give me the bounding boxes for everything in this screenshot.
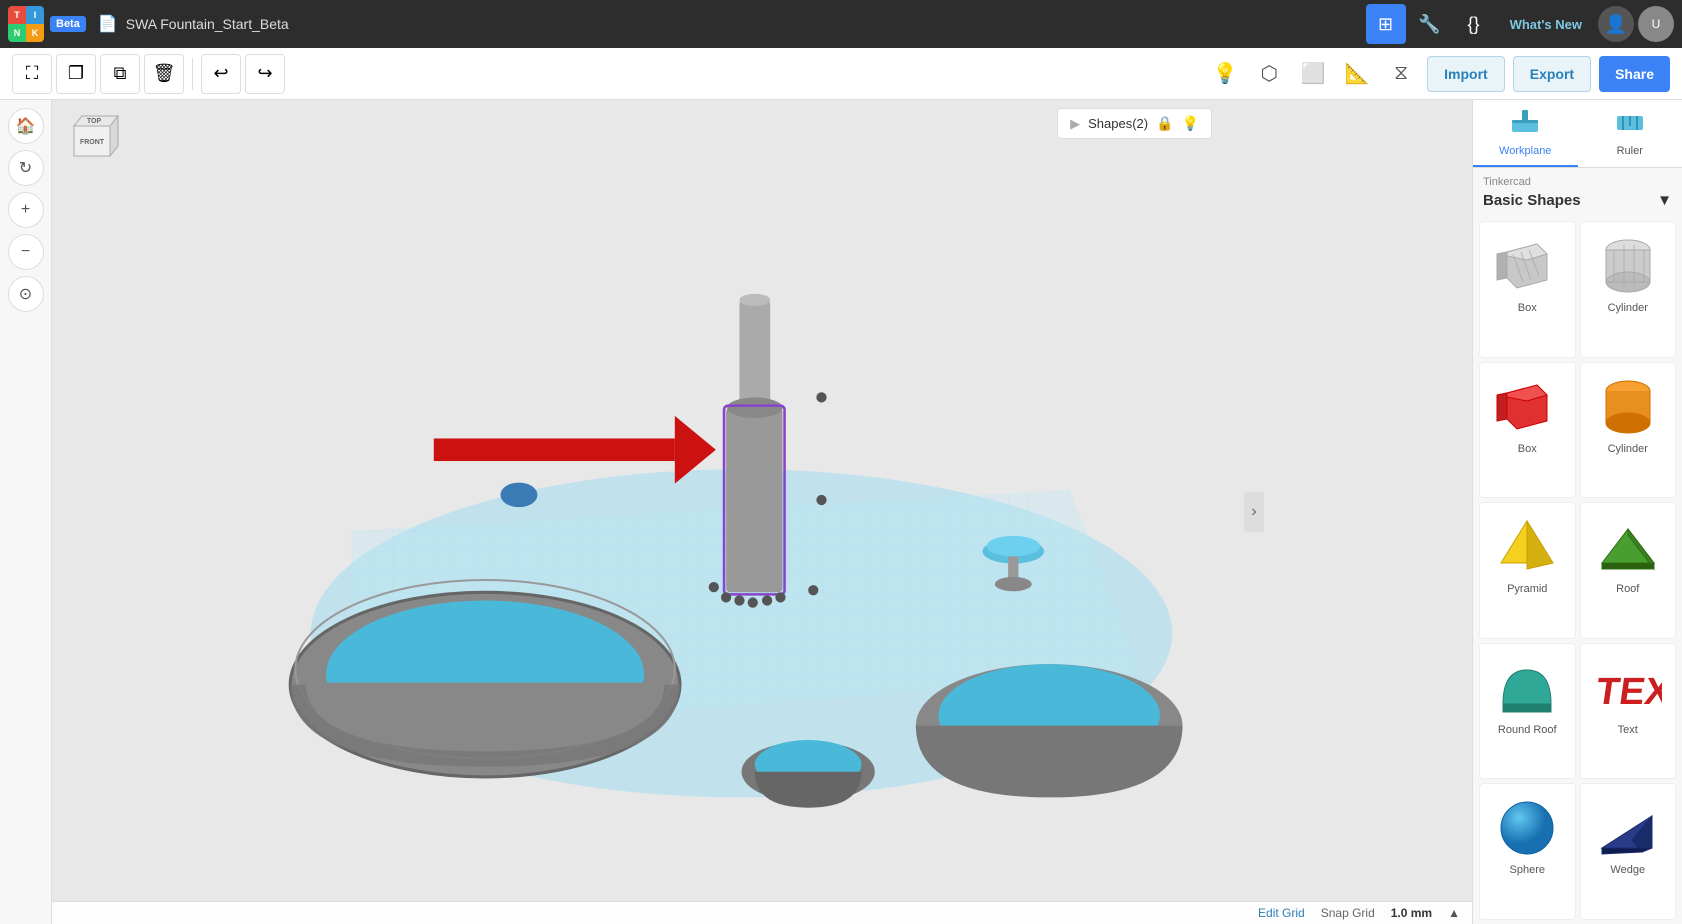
logo-area: T I N K Beta bbox=[8, 6, 86, 42]
tools-btn[interactable]: 🔧 bbox=[1410, 4, 1450, 44]
shape-text[interactable]: TEXT Text bbox=[1580, 643, 1677, 780]
code-btn[interactable]: {} bbox=[1454, 4, 1494, 44]
whats-new-button[interactable]: What's New bbox=[1498, 6, 1594, 42]
copy-tool[interactable]: ⧉ bbox=[100, 54, 140, 94]
shape-cylinder-gray[interactable]: Cylinder bbox=[1580, 221, 1677, 358]
shape-roof[interactable]: Roof bbox=[1580, 502, 1677, 639]
box-gray-label: Box bbox=[1518, 302, 1537, 314]
wedge-icon bbox=[1592, 790, 1664, 862]
fit-btn[interactable]: ⊙ bbox=[8, 276, 44, 312]
shape-box-gray[interactable]: Box bbox=[1479, 221, 1576, 358]
left-panel: 🏠 ↻ + − ⊙ bbox=[0, 100, 52, 924]
export-button[interactable]: Export bbox=[1513, 56, 1591, 92]
workplane-icon bbox=[1510, 108, 1540, 142]
roof-icon bbox=[1592, 509, 1664, 581]
toolbar: ⛶ ❐ ⧉ 🗑 ↩ ↪ 💡 ⬡ ⬜ 📐 ⧖ Import Export Shar… bbox=[0, 48, 1682, 100]
panel-tools: Workplane Ruler bbox=[1473, 100, 1682, 168]
user-button[interactable]: 👤 bbox=[1598, 6, 1634, 42]
main-layout: 🏠 ↻ + − ⊙ TOP FRONT ▶ Shapes(2) 🔒 💡 bbox=[0, 100, 1682, 924]
text-shape-icon: TEXT bbox=[1592, 650, 1664, 722]
ruler-icon bbox=[1615, 108, 1645, 142]
cylinder-gray-label: Cylinder bbox=[1608, 302, 1648, 314]
shape-icon[interactable]: ⬡ bbox=[1251, 56, 1287, 92]
library-name-dropdown[interactable]: Basic Shapes ▼ bbox=[1473, 192, 1682, 217]
share-button[interactable]: Share bbox=[1599, 56, 1670, 92]
ruler-label: Ruler bbox=[1617, 145, 1643, 157]
workplane-tool[interactable]: Workplane bbox=[1473, 100, 1578, 167]
edit-grid-label[interactable]: Edit Grid bbox=[1258, 906, 1305, 920]
wedge-label: Wedge bbox=[1610, 864, 1645, 876]
workplane-label: Workplane bbox=[1499, 145, 1551, 157]
dropdown-arrow-icon: ▼ bbox=[1657, 192, 1672, 209]
shape-box-red[interactable]: Box bbox=[1479, 362, 1576, 499]
panel-collapse-button[interactable]: › bbox=[1244, 492, 1264, 532]
redo-tool[interactable]: ↪ bbox=[245, 54, 285, 94]
workplane-icon[interactable]: ⬜ bbox=[1295, 56, 1331, 92]
topbar-right: ⊞ 🔧 {} What's New 👤 U bbox=[1366, 4, 1674, 44]
duplicate-tool[interactable]: ❐ bbox=[56, 54, 96, 94]
text-shape-label: Text bbox=[1618, 724, 1638, 736]
logo-n: N bbox=[8, 24, 26, 42]
bottom-bar: Edit Grid Snap Grid 1.0 mm ▲ bbox=[52, 901, 1472, 924]
snap-grid-label: Snap Grid bbox=[1321, 906, 1375, 920]
ruler-tool[interactable]: Ruler bbox=[1578, 100, 1682, 167]
library-name-label: Basic Shapes bbox=[1483, 192, 1581, 209]
pyramid-label: Pyramid bbox=[1507, 583, 1547, 595]
viewport[interactable]: TOP FRONT ▶ Shapes(2) 🔒 💡 bbox=[52, 100, 1472, 924]
box-gray-icon bbox=[1491, 228, 1563, 300]
undo-tool[interactable]: ↩ bbox=[201, 54, 241, 94]
sphere-icon bbox=[1491, 790, 1563, 862]
delete-tool[interactable]: 🗑 bbox=[144, 54, 184, 94]
svg-text:TEXT: TEXT bbox=[1594, 670, 1662, 713]
file-icon: 📄 bbox=[98, 14, 118, 34]
home-btn[interactable]: 🏠 bbox=[8, 108, 44, 144]
logo[interactable]: T I N K bbox=[8, 6, 44, 42]
cylinder-orange-icon bbox=[1592, 369, 1664, 441]
shape-sphere[interactable]: Sphere bbox=[1479, 783, 1576, 920]
toolbar-right: 💡 ⬡ ⬜ 📐 ⧖ Import Export Share bbox=[1207, 56, 1670, 92]
logo-i: I bbox=[26, 6, 44, 24]
toolbar-separator bbox=[192, 58, 193, 90]
import-button[interactable]: Import bbox=[1427, 56, 1505, 92]
box-red-label: Box bbox=[1518, 443, 1537, 455]
logo-k: K bbox=[26, 24, 44, 42]
logo-t: T bbox=[8, 6, 26, 24]
cylinder-gray-icon bbox=[1592, 228, 1664, 300]
file-title: SWA Fountain_Start_Beta bbox=[126, 16, 289, 32]
ruler-icon[interactable]: 📐 bbox=[1339, 56, 1375, 92]
beta-badge: Beta bbox=[50, 16, 86, 32]
zoom-in-btn[interactable]: + bbox=[8, 192, 44, 228]
right-panel: Workplane Ruler Tinkercad Basic Shapes ▼ bbox=[1472, 100, 1682, 924]
sphere-label: Sphere bbox=[1510, 864, 1545, 876]
snap-arrow-icon[interactable]: ▲ bbox=[1448, 906, 1460, 920]
avatar-button[interactable]: U bbox=[1638, 6, 1674, 42]
library-brand: Tinkercad bbox=[1473, 168, 1682, 192]
topbar: T I N K Beta 📄 SWA Fountain_Start_Beta ⊞… bbox=[0, 0, 1682, 48]
roof-label: Roof bbox=[1616, 583, 1639, 595]
shape-round-roof[interactable]: Round Roof bbox=[1479, 643, 1576, 780]
grid-view-btn[interactable]: ⊞ bbox=[1366, 4, 1406, 44]
round-roof-icon bbox=[1491, 650, 1563, 722]
shape-wedge[interactable]: Wedge bbox=[1580, 783, 1677, 920]
align-icon[interactable]: ⧖ bbox=[1383, 56, 1419, 92]
light-icon[interactable]: 💡 bbox=[1207, 56, 1243, 92]
shape-cylinder-orange[interactable]: Cylinder bbox=[1580, 362, 1677, 499]
snap-grid-value[interactable]: 1.0 mm bbox=[1391, 906, 1432, 920]
pyramid-icon bbox=[1491, 509, 1563, 581]
box-red-icon bbox=[1491, 369, 1563, 441]
zoom-out-btn[interactable]: − bbox=[8, 234, 44, 270]
rotate-btn[interactable]: ↻ bbox=[8, 150, 44, 186]
round-roof-label: Round Roof bbox=[1498, 724, 1557, 736]
move-tool[interactable]: ⛶ bbox=[12, 54, 52, 94]
shapes-grid: Box Cylinder bbox=[1473, 217, 1682, 924]
shape-pyramid[interactable]: Pyramid bbox=[1479, 502, 1576, 639]
cylinder-orange-label: Cylinder bbox=[1608, 443, 1648, 455]
